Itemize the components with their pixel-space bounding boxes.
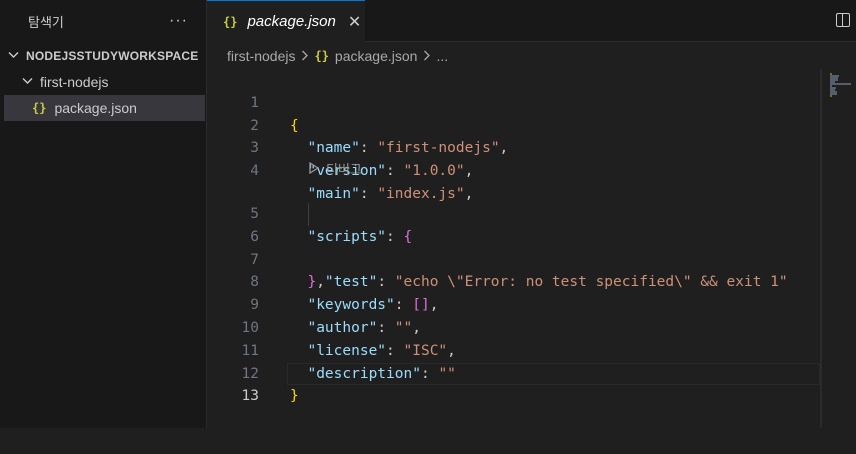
tab-label: package.json bbox=[247, 13, 336, 30]
chevron-right-icon bbox=[423, 48, 431, 64]
code-line[interactable]: 12 } bbox=[207, 340, 820, 405]
tree-file-package-json[interactable]: {} package.json bbox=[4, 95, 205, 121]
breadcrumb: first-nodejs {} package.json ... bbox=[207, 43, 856, 69]
tab-package-json[interactable]: {} package.json ✕ bbox=[207, 0, 365, 42]
workspace-root[interactable]: NODEJSSTUDYWORKSPACE bbox=[0, 43, 206, 69]
json-file-icon: {} bbox=[223, 14, 238, 29]
tree-folder-first-nodejs[interactable]: first-nodejs bbox=[0, 69, 206, 95]
debug-codelens[interactable]: 디버그 bbox=[207, 160, 820, 180]
code-line[interactable]: 2 "name": "first-nodejs", bbox=[207, 92, 820, 157]
line-number: 13 bbox=[241, 388, 259, 405]
code-line[interactable]: 5 "scripts": { bbox=[207, 180, 820, 245]
breadcrumb-more[interactable]: ... bbox=[436, 48, 448, 64]
code-line[interactable]: 1 { bbox=[207, 69, 820, 134]
chevron-down-icon bbox=[22, 76, 36, 88]
breadcrumb-file[interactable]: package.json bbox=[335, 48, 418, 64]
code-line[interactable]: 11 "description": "" bbox=[207, 317, 820, 382]
explorer-header: 탐색기 ··· bbox=[0, 0, 206, 42]
debug-codelens-link[interactable]: 디버그 bbox=[309, 160, 362, 180]
json-file-icon: {} bbox=[314, 49, 329, 63]
scrollbar[interactable] bbox=[820, 69, 822, 428]
code-line[interactable]: 3 "version": "1.0.0", bbox=[207, 115, 820, 179]
folder-label: first-nodejs bbox=[40, 74, 109, 90]
minimap-line bbox=[830, 95, 832, 97]
code-line[interactable]: 8 "keywords": [], bbox=[207, 249, 820, 313]
split-editor-icon[interactable] bbox=[836, 13, 850, 27]
explorer-sidebar: 탐색기 ··· NODEJSSTUDYWORKSPACE first-nodej… bbox=[0, 0, 207, 428]
code-editor[interactable]: 1 { 2 "name": "first-nodejs", 3 "version… bbox=[207, 69, 820, 428]
code-line[interactable]: 4 "main": "index.js", bbox=[207, 137, 820, 202]
minimap-line bbox=[830, 83, 851, 85]
code-line[interactable]: 9 "author": "", bbox=[207, 271, 820, 336]
more-actions-icon[interactable]: ··· bbox=[169, 12, 188, 30]
debug-label: 디버그 bbox=[326, 162, 362, 178]
code-text: } bbox=[290, 388, 299, 405]
tab-bar: {} package.json ✕ bbox=[207, 0, 856, 42]
code-line[interactable]: 7 }, bbox=[207, 226, 820, 291]
breadcrumb-folder[interactable]: first-nodejs bbox=[227, 48, 295, 64]
minimap[interactable] bbox=[820, 69, 856, 428]
code-line[interactable]: 10 "license": "ISC", bbox=[207, 294, 820, 359]
indent-guide bbox=[308, 202, 309, 226]
explorer-title: 탐색기 bbox=[28, 14, 64, 30]
chevron-right-icon bbox=[301, 48, 309, 64]
code-line-current[interactable]: 13 bbox=[207, 362, 820, 404]
workspace-name: NODEJSSTUDYWORKSPACE bbox=[26, 49, 199, 63]
json-file-icon: {} bbox=[32, 101, 47, 115]
file-label: package.json bbox=[54, 100, 137, 116]
close-icon[interactable]: ✕ bbox=[348, 12, 361, 32]
code-line[interactable]: 6 "test": "echo \"Error: no test specifi… bbox=[207, 202, 820, 290]
chevron-down-icon bbox=[8, 50, 22, 62]
play-icon bbox=[309, 160, 320, 180]
